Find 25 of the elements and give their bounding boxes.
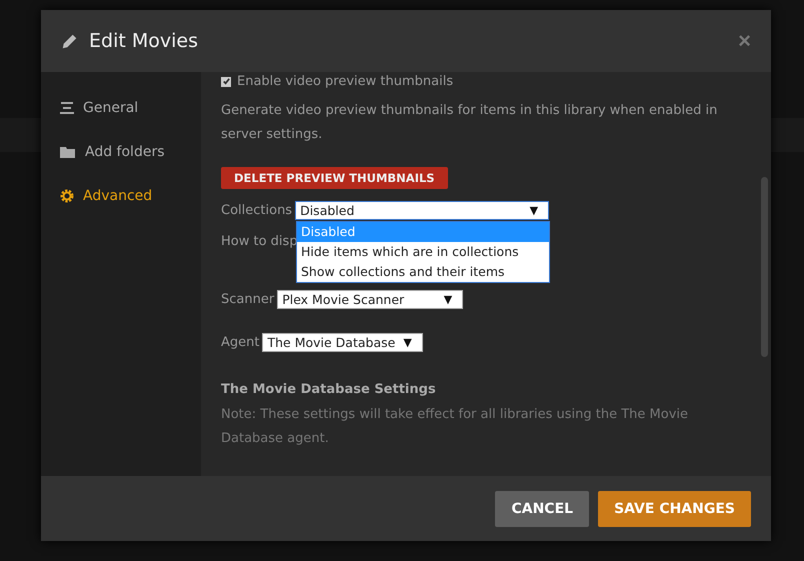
sidebar-item[interactable]: General [41,86,201,130]
folder-icon [60,146,76,158]
help-text: How to disp [221,233,298,251]
section-title: The Movie Database Settings [221,382,437,397]
sidebar-item[interactable]: Advanced [41,174,201,218]
pencil-icon [61,32,79,50]
field-label: Scanner [221,292,274,307]
field-label: Agent [221,335,260,350]
sidebar-item[interactable]: Add folders [41,130,201,174]
checkbox-label: Enable video preview thumbnails [237,74,454,89]
scanner-select[interactable]: Plex Movie Scanner ▼ [277,290,464,309]
cancel-button[interactable]: CANCEL [495,490,590,526]
note-text: Note: These settings will take effect for all libraries using the The Movie Database agent. [221,406,690,448]
help-text: Generate video preview thumbnails for items in this library when enabled in server settings. [221,102,718,144]
lines-icon [60,102,74,114]
field-label: Collections [221,203,292,218]
checkbox[interactable] [221,76,231,86]
delete-thumbnails-button[interactable]: DELETE PREVIEW THUMBNAILS [221,167,448,189]
gear-icon [60,189,74,203]
dialog-title: Edit Movies [89,30,198,52]
agent-select[interactable]: The Movie Database ▼ [262,333,423,352]
scrollbar[interactable] [761,177,768,357]
collections-select[interactable]: Disabled ▼ [295,201,550,220]
dropdown-option[interactable]: Show collections and their items [297,262,549,282]
dropdown-option[interactable]: Hide items which are in collections [297,242,549,262]
